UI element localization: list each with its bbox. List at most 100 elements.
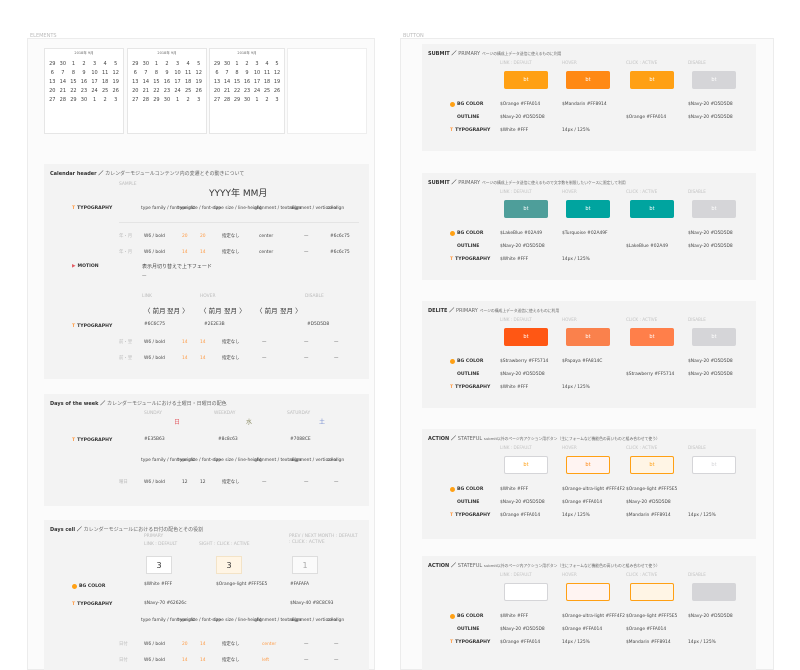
calendar-day[interactable]: 3: [172, 61, 183, 67]
calendar-day[interactable]: 13: [130, 79, 141, 85]
calendar-day[interactable]: 20: [212, 88, 222, 94]
calendar-day[interactable]: 2: [100, 97, 111, 103]
calendar-day[interactable]: 12: [193, 70, 204, 76]
sample-button[interactable]: bt: [630, 71, 674, 89]
calendar-day[interactable]: 29: [151, 97, 162, 103]
nav-prev-hover[interactable]: 〈 前月: [200, 305, 222, 315]
calendar-day[interactable]: 18: [183, 79, 194, 85]
calendar-day[interactable]: 19: [110, 79, 121, 85]
calendar-day[interactable]: 28: [222, 97, 232, 103]
sample-button[interactable]: [630, 583, 674, 601]
calendar-day[interactable]: 26: [272, 88, 282, 94]
calendar-day[interactable]: 5: [110, 61, 121, 67]
sample-button[interactable]: bt: [504, 71, 548, 89]
calendar-day[interactable]: 6: [130, 70, 141, 76]
calendar-day[interactable]: 30: [222, 61, 232, 67]
calendar-day[interactable]: 3: [252, 61, 262, 67]
calendar-day[interactable]: 14: [58, 79, 69, 85]
calendar-day[interactable]: 10: [252, 70, 262, 76]
nav-next-hover[interactable]: 翌月 〉: [224, 305, 246, 315]
calendar-day[interactable]: 28: [58, 97, 69, 103]
calendar-day[interactable]: 25: [262, 88, 272, 94]
sample-button[interactable]: bt: [504, 200, 548, 218]
calendar-day[interactable]: 3: [272, 97, 282, 103]
calendar-day[interactable]: 19: [193, 79, 204, 85]
sample-button[interactable]: bt: [692, 200, 736, 218]
calendar-day[interactable]: 23: [242, 88, 252, 94]
sample-button[interactable]: bt: [504, 328, 548, 346]
day-cell-active[interactable]: 3: [216, 556, 242, 574]
sample-button[interactable]: bt: [566, 200, 610, 218]
calendar-day[interactable]: 22: [68, 88, 79, 94]
sample-button[interactable]: bt: [566, 456, 610, 474]
calendar-day[interactable]: 2: [79, 61, 90, 67]
calendar-day[interactable]: 3: [110, 97, 121, 103]
calendar-day[interactable]: 21: [222, 88, 232, 94]
calendar-day[interactable]: 11: [100, 70, 111, 76]
calendar-day[interactable]: 27: [47, 97, 58, 103]
calendar-day[interactable]: 10: [172, 70, 183, 76]
calendar-day[interactable]: 12: [272, 70, 282, 76]
calendar-day[interactable]: 15: [68, 79, 79, 85]
calendar-day[interactable]: 8: [232, 70, 242, 76]
calendar-day[interactable]: 15: [232, 79, 242, 85]
calendar-day[interactable]: 29: [130, 61, 141, 67]
calendar-day[interactable]: 20: [130, 88, 141, 94]
sample-button[interactable]: [566, 583, 610, 601]
calendar-day[interactable]: 24: [252, 88, 262, 94]
calendar-day[interactable]: 8: [151, 70, 162, 76]
calendar-day[interactable]: 7: [141, 70, 152, 76]
calendar-day[interactable]: 23: [162, 88, 173, 94]
calendar-day[interactable]: 4: [262, 61, 272, 67]
calendar-day[interactable]: 26: [110, 88, 121, 94]
calendar-day[interactable]: 30: [58, 61, 69, 67]
calendar-day[interactable]: 30: [79, 97, 90, 103]
calendar-day[interactable]: 2: [183, 97, 194, 103]
calendar-day[interactable]: 3: [193, 97, 204, 103]
calendar-day[interactable]: 30: [242, 97, 252, 103]
calendar-day[interactable]: 20: [47, 88, 58, 94]
sample-button[interactable]: bt: [692, 71, 736, 89]
day-cell-default[interactable]: 3: [146, 556, 172, 574]
calendar-day[interactable]: 6: [212, 70, 222, 76]
calendar-day[interactable]: 11: [183, 70, 194, 76]
day-cell-other-month[interactable]: 1: [292, 556, 318, 574]
calendar-day[interactable]: 1: [252, 97, 262, 103]
calendar-day[interactable]: 15: [151, 79, 162, 85]
calendar-day[interactable]: 1: [151, 61, 162, 67]
calendar-day[interactable]: 16: [162, 79, 173, 85]
calendar-day[interactable]: 30: [141, 61, 152, 67]
sample-button[interactable]: bt: [630, 200, 674, 218]
calendar-day[interactable]: 18: [262, 79, 272, 85]
sample-button[interactable]: bt: [692, 456, 736, 474]
calendar-day[interactable]: 1: [68, 61, 79, 67]
calendar-day[interactable]: 2: [262, 97, 272, 103]
calendar-day[interactable]: 10: [89, 70, 100, 76]
calendar-day[interactable]: 26: [193, 88, 204, 94]
sample-button[interactable]: bt: [692, 328, 736, 346]
calendar-day[interactable]: 28: [141, 97, 152, 103]
calendar-day[interactable]: 1: [232, 61, 242, 67]
calendar-day[interactable]: 22: [232, 88, 242, 94]
calendar-day[interactable]: 29: [47, 61, 58, 67]
nav-next-link[interactable]: 翌月 〉: [167, 305, 189, 315]
calendar-day[interactable]: 27: [212, 97, 222, 103]
calendar-day[interactable]: 17: [252, 79, 262, 85]
nav-next-disabled[interactable]: 翌月 〉: [280, 305, 302, 315]
calendar-day[interactable]: 2: [242, 61, 252, 67]
calendar-day[interactable]: 9: [242, 70, 252, 76]
calendar-day[interactable]: 13: [212, 79, 222, 85]
calendar-day[interactable]: 11: [262, 70, 272, 76]
calendar-day[interactable]: 17: [89, 79, 100, 85]
calendar-day[interactable]: 4: [183, 61, 194, 67]
calendar-day[interactable]: 9: [162, 70, 173, 76]
sample-button[interactable]: bt: [566, 71, 610, 89]
sample-button[interactable]: [692, 583, 736, 601]
calendar-day[interactable]: 5: [272, 61, 282, 67]
calendar-day[interactable]: 29: [232, 97, 242, 103]
sample-button[interactable]: bt: [630, 456, 674, 474]
calendar-day[interactable]: 16: [242, 79, 252, 85]
calendar-day[interactable]: 19: [272, 79, 282, 85]
calendar-day[interactable]: 18: [100, 79, 111, 85]
calendar-day[interactable]: 1: [172, 97, 183, 103]
